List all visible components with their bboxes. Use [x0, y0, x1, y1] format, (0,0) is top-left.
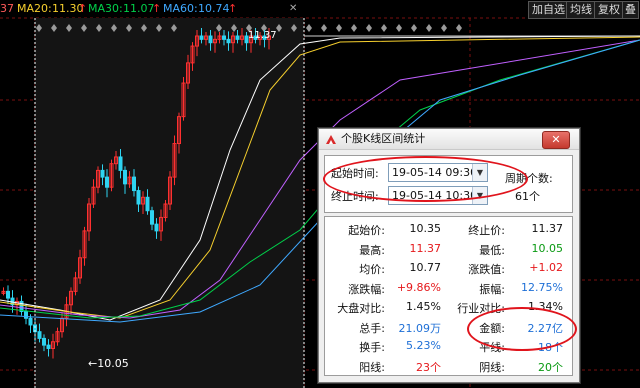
- candle-body: [208, 35, 213, 44]
- candle-body: [24, 311, 28, 319]
- low-price-label: ←10.05: [88, 357, 129, 370]
- stat-value: 20个: [538, 360, 563, 374]
- stat-label: 大盘对比:: [337, 302, 385, 315]
- candle-body: [145, 196, 150, 212]
- overlay-button[interactable]: 叠: [622, 1, 639, 19]
- stat-value: 11.37: [409, 241, 442, 255]
- range-stats-dialog: 个股K线区间统计 ✕ 起始时间: 19-05-14 09:30 ▼ 终止时间: …: [318, 128, 580, 383]
- ma20-up-icon: ↑: [78, 2, 88, 15]
- candle-body: [28, 317, 33, 326]
- stat-label: 最低:: [479, 243, 505, 257]
- ma30-value: 11.07: [123, 2, 155, 15]
- diamond-marker: [306, 24, 312, 32]
- stat-value: +1.02: [529, 261, 563, 274]
- diamond-marker: [411, 24, 417, 32]
- stat-label: 均价:: [359, 263, 385, 276]
- ma-prefix-value: 37: [0, 2, 14, 15]
- stat-label: 振幅:: [479, 282, 505, 296]
- stats-panel: 起始价: 10.35 终止价: 11.37 最高: 11.37 最低: 10.05 均价: 10.…: [324, 216, 573, 376]
- dialog-close-button[interactable]: ✕: [542, 131, 570, 149]
- chart-logo-icon: [326, 135, 336, 144]
- stat-label: 最高:: [359, 243, 385, 257]
- candle-body: [6, 290, 10, 299]
- dialog-title: 个股K线区间统计: [341, 132, 426, 145]
- candle-body: [37, 331, 42, 339]
- stat-value: 10.05: [531, 241, 564, 255]
- diamond-marker: [396, 24, 402, 32]
- ma60-up-icon: ↑: [228, 2, 238, 15]
- diamond-marker: [441, 24, 447, 32]
- candle-body: [150, 210, 154, 225]
- candle-body: [154, 223, 159, 232]
- period-count-value: 61个: [515, 190, 540, 203]
- low-arrow-icon: ←: [88, 357, 98, 370]
- candle-body: [118, 156, 123, 171]
- stat-value: 23个: [416, 360, 441, 374]
- diamond-marker: [381, 24, 387, 32]
- time-highlight-oval: [323, 156, 528, 202]
- stat-label: 涨跌幅:: [348, 282, 385, 296]
- candle-body: [222, 35, 226, 40]
- dialog-titlebar[interactable]: 个股K线区间统计 ✕: [319, 129, 579, 150]
- diamond-marker: [336, 24, 342, 32]
- stat-label: 换手:: [359, 341, 385, 354]
- amount-highlight-oval: [467, 307, 577, 351]
- stat-value: +9.86%: [396, 280, 441, 294]
- close-ma-icon[interactable]: ✕: [289, 0, 297, 18]
- diamond-marker: [426, 24, 432, 32]
- add-watchlist-button[interactable]: 加自选: [528, 1, 569, 19]
- stat-value: 10.35: [409, 222, 442, 235]
- stat-label: 涨跌值:: [468, 263, 505, 276]
- stat-value: 5.23%: [406, 339, 441, 352]
- stat-label: 总手:: [359, 321, 385, 335]
- ma60-label: MA60:: [163, 2, 198, 15]
- stat-value: 12.75%: [521, 280, 563, 294]
- candle-body: [226, 38, 231, 44]
- stat-value: 11.37: [531, 222, 564, 235]
- diamond-marker: [456, 24, 462, 32]
- ma20-label: MA20:: [17, 2, 52, 15]
- candle-body: [235, 35, 240, 40]
- stat-value: 10.77: [409, 261, 442, 274]
- stat-label: 阳线:: [359, 360, 385, 374]
- ma60-value: 10.74: [198, 2, 230, 15]
- diamond-marker: [321, 24, 327, 32]
- candle-body: [132, 176, 136, 192]
- ma30-up-icon: ↑: [152, 2, 162, 15]
- candle-body: [46, 344, 51, 349]
- candle-body: [136, 190, 141, 205]
- candle-body: [42, 337, 46, 346]
- stat-label: 阴线:: [479, 360, 505, 374]
- high-price-label: 11.37: [248, 30, 277, 41]
- stat-label: 起始价:: [348, 224, 385, 237]
- candle-body: [105, 176, 109, 188]
- candle-body: [199, 35, 204, 40]
- stat-value: 21.09万: [398, 321, 442, 335]
- candle-body: [123, 169, 127, 185]
- diamond-marker: [351, 24, 357, 32]
- candle-body: [100, 169, 105, 178]
- avg-line-button[interactable]: 均线: [566, 1, 596, 19]
- stat-value: 1.45%: [406, 300, 441, 313]
- stat-label: 终止价:: [468, 224, 505, 237]
- restore-rights-button[interactable]: 复权: [594, 1, 624, 19]
- diamond-marker: [366, 24, 372, 32]
- ma30-label: MA30:: [88, 2, 123, 15]
